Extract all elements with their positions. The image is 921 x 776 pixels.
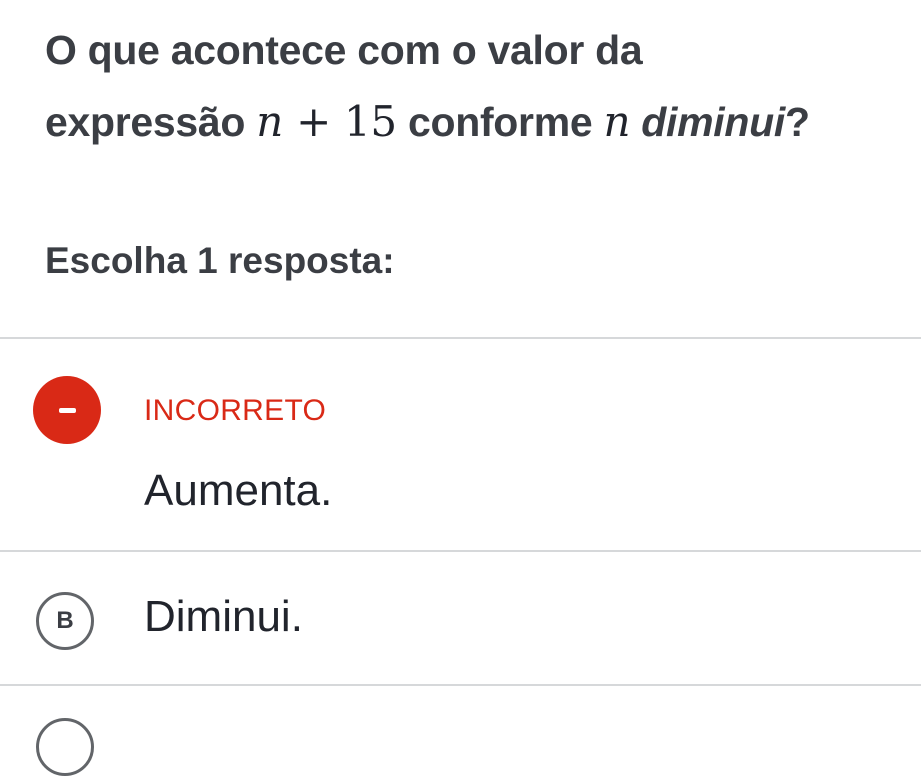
question-part4: diminui — [641, 99, 785, 145]
choice-b-letter: B — [36, 592, 94, 650]
choice-a-text: Aumenta. — [144, 466, 333, 515]
choice-c-letter-circle[interactable] — [36, 718, 94, 776]
divider — [0, 550, 921, 552]
minus-icon — [33, 376, 101, 444]
math-variable-2: n — [603, 97, 631, 146]
math-variable: n — [256, 97, 284, 146]
divider — [0, 337, 921, 339]
divider — [0, 684, 921, 686]
question-part1: O que acontece com o valor da — [45, 27, 643, 73]
math-operator: + — [283, 97, 345, 146]
minus-bar — [59, 408, 76, 413]
math-expression: n + 15 — [256, 97, 397, 146]
math-number: 15 — [344, 97, 397, 146]
question-part5: ? — [784, 99, 810, 145]
question-part2: expressão — [45, 99, 246, 145]
question-text: O que acontece com o valor da expressão … — [45, 14, 915, 158]
answer-prompt: Escolha 1 resposta: — [45, 240, 395, 281]
status-incorrect-label: INCORRETO — [144, 394, 327, 427]
choice-b-text: Diminui. — [144, 592, 303, 641]
question-part3: conforme — [407, 99, 593, 145]
